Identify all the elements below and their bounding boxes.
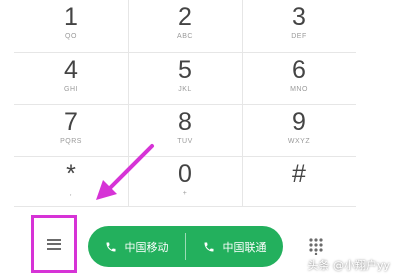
key-digit: 6: [292, 56, 306, 84]
key-letters: GHI: [64, 86, 78, 93]
call-button-group: 中国移动 中国联通: [88, 226, 283, 267]
key-6[interactable]: 6 MNO: [242, 53, 356, 104]
key-letters: MNO: [290, 86, 308, 93]
key-4[interactable]: 4 GHI: [14, 53, 128, 104]
key-digit: 7: [64, 108, 78, 136]
hamburger-menu-icon: [47, 238, 61, 250]
key-9[interactable]: 9 WXYZ: [242, 105, 356, 156]
dialpad-toggle-button[interactable]: [306, 235, 326, 257]
phone-icon: [204, 242, 213, 251]
key-letters: WXYZ: [287, 138, 311, 145]
divider: [242, 0, 243, 206]
key-letters: QO: [65, 33, 77, 40]
divider: [128, 0, 129, 206]
key-star[interactable]: * ,: [14, 157, 128, 208]
key-digit: 5: [178, 56, 192, 84]
key-letters: JKL: [178, 86, 192, 93]
key-5[interactable]: 5 JKL: [128, 53, 242, 104]
call-china-mobile-button[interactable]: 中国移动: [88, 226, 185, 267]
key-2[interactable]: 2 ABC: [128, 0, 242, 51]
key-digit: 3: [292, 3, 306, 31]
key-digit: 2: [178, 3, 192, 31]
call-button-label: 中国移动: [124, 240, 169, 254]
key-letters: ,: [69, 190, 73, 197]
watermark: 头条 @小翔户yy: [307, 259, 390, 272]
key-letters: ABC: [177, 33, 193, 40]
key-digit: 9: [292, 108, 306, 136]
key-0[interactable]: 0 +: [128, 157, 242, 208]
key-digit: 1: [64, 3, 78, 31]
key-7[interactable]: 7 PQRS: [14, 105, 128, 156]
key-hash[interactable]: #: [242, 157, 356, 208]
key-letters: TUV: [177, 138, 193, 145]
key-1[interactable]: 1 QO: [14, 0, 128, 51]
menu-button[interactable]: [31, 215, 77, 273]
dialpad-keypad: 1 QO 2 ABC 3 DEF 4 GHI 5 JKL 6 MNO 7 PQR…: [14, 0, 356, 205]
key-3[interactable]: 3 DEF: [242, 0, 356, 51]
call-china-unicom-button[interactable]: 中国联通: [186, 226, 283, 267]
call-button-label: 中国联通: [222, 240, 267, 254]
divider: [14, 104, 356, 105]
key-letters: +: [182, 190, 188, 197]
key-8[interactable]: 8 TUV: [128, 105, 242, 156]
key-digit: 4: [64, 56, 78, 84]
key-digit: *: [66, 160, 76, 188]
key-digit: 8: [178, 108, 192, 136]
key-letters: PQRS: [60, 138, 82, 145]
divider: [14, 52, 356, 53]
dialpad-grid-icon: [309, 238, 323, 255]
phone-icon: [106, 242, 115, 251]
divider: [14, 156, 356, 157]
key-digit: 0: [178, 160, 192, 188]
key-letters: DEF: [291, 33, 307, 40]
key-digit: #: [292, 160, 306, 188]
